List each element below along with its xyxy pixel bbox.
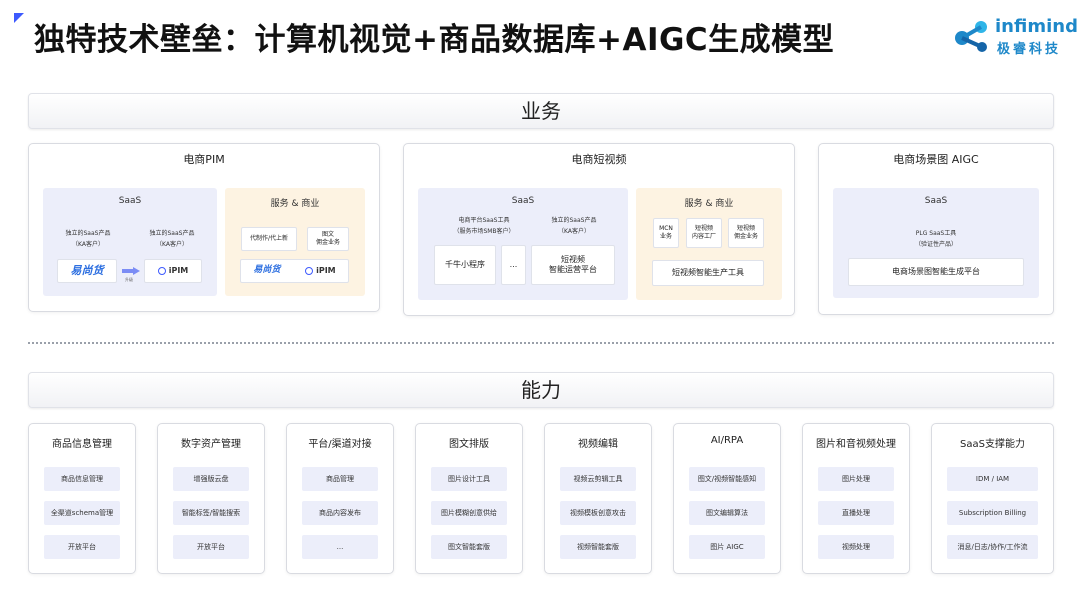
capability-item[interactable]: 图文/视频智能感知	[689, 467, 765, 491]
capability-item[interactable]: 视频处理	[818, 535, 894, 559]
content-factory-card[interactable]: 短视频 内容工厂	[686, 218, 722, 248]
capability-item[interactable]: 商品内容发布	[302, 501, 378, 525]
capability-product-info-management: 商品信息管理 商品信息管理 全渠道schema管理 开放平台	[28, 423, 136, 574]
upgrade-arrow-icon	[122, 267, 140, 275]
capability-digital-asset-management: 数字资产管理 增强版云盘 智能标签/智能搜索 开放平台	[157, 423, 265, 574]
pim-service-box: 服务 & 商业 代制作/代上新 图文 佣金业务 易尚货 iPIM	[225, 188, 365, 296]
ysy-brand-text: 易尚货	[70, 263, 104, 277]
slide-title: 独特技术壁垒：计算机视觉+商品数据库+AIGC生成模型	[34, 22, 835, 58]
scene-image-generation-platform-card[interactable]: 电商场景图智能生成平台	[848, 258, 1024, 286]
ysy-brand-text: 易尚货	[253, 265, 281, 276]
capability-item[interactable]: 开放平台	[173, 535, 249, 559]
aigc-saas-caption: PLG SaaS工具 （验证性产品）	[914, 230, 957, 248]
section-divider	[28, 342, 1054, 344]
saas-title: SaaS	[118, 196, 142, 206]
ipim-brand-text: iPIM	[316, 265, 336, 275]
capability-item[interactable]: 视频智能套版	[560, 535, 636, 559]
capability-title: 图文排版	[449, 439, 489, 450]
short-video-service-box: 服务 & 商业 MCN 业务 短视频 内容工厂 短视频 佣金业务 短视频智能生产…	[636, 188, 782, 300]
capability-video-editing: 视频编辑 视频云剪辑工具 视频模板创意攻击 视频智能套版	[544, 423, 652, 574]
pim-service-item-commission[interactable]: 图文 佣金业务	[307, 227, 349, 251]
capability-item[interactable]: 开放平台	[44, 535, 120, 559]
capability-item[interactable]: 直播处理	[818, 501, 894, 525]
logo-text-cn: 极睿科技	[997, 42, 1062, 57]
capability-item[interactable]: 图文智能套版	[431, 535, 507, 559]
capability-item[interactable]: 视频模板创意攻击	[560, 501, 636, 525]
title-accent-mark	[14, 13, 24, 23]
panel-ecommerce-short-video: 电商短视频 SaaS 电商平台SaaS工具 （服务市场SMB客户） 独立的Saa…	[403, 143, 795, 316]
short-video-commission-card[interactable]: 短视频 佣金业务	[728, 218, 764, 248]
capability-item[interactable]: IDM / IAM	[947, 467, 1038, 491]
capability-item[interactable]: 增强版云盘	[173, 467, 249, 491]
service-title: 服务 & 商业	[684, 199, 734, 209]
capability-item[interactable]: 全渠道schema管理	[44, 501, 120, 525]
capability-item[interactable]: 图片处理	[818, 467, 894, 491]
capability-ai-rpa: AI/RPA 图文/视频智能感知 图文编辑算法 图片 AIGC	[673, 423, 781, 574]
ellipsis-card[interactable]: ...	[501, 245, 526, 285]
capability-image-text-layout: 图文排版 图片设计工具 图片模糊创意供给 图文智能套版	[415, 423, 523, 574]
capability-item[interactable]: 消息/日志/协作/工作流	[947, 535, 1038, 559]
capability-title: 平台/渠道对接	[308, 439, 372, 450]
pim-saas-box: SaaS 独立的SaaS产品 （KA客户） 独立的SaaS产品 （KA客户） 易…	[43, 188, 217, 296]
capability-item[interactable]: 图片模糊创意供给	[431, 501, 507, 525]
pim-saas-left-caption: 独立的SaaS产品 （KA客户）	[65, 230, 111, 248]
capability-image-av-processing: 图片和音视频处理 图片处理 直播处理 视频处理	[802, 423, 910, 574]
capability-title: 数字资产管理	[181, 439, 241, 450]
short-video-ops-platform-card[interactable]: 短视频 智能运营平台	[531, 245, 615, 285]
short-video-production-tool-card[interactable]: 短视频智能生产工具	[652, 260, 764, 286]
capability-title: 商品信息管理	[52, 439, 112, 450]
ipim-logo-icon	[305, 266, 314, 275]
short-video-saas-box: SaaS 电商平台SaaS工具 （服务市场SMB客户） 独立的SaaS产品 （K…	[418, 188, 628, 300]
mcn-business-card[interactable]: MCN 业务	[653, 218, 679, 248]
panel-title: 电商短视频	[571, 153, 627, 166]
business-section-header: 业务	[28, 93, 1054, 129]
pim-saas-right-caption: 独立的SaaS产品 （KA客户）	[149, 230, 195, 248]
infimind-logo-icon	[955, 21, 987, 52]
capability-item[interactable]: 商品管理	[302, 467, 378, 491]
capability-item[interactable]: 商品信息管理	[44, 467, 120, 491]
ipim-brand-text: iPIM	[168, 265, 189, 275]
capability-section-header: 能力	[28, 372, 1054, 408]
panel-title: 电商场景图 AIGC	[893, 153, 979, 166]
logo-text-en: infimind	[995, 16, 1078, 37]
capability-item[interactable]: 智能标签/智能搜索	[173, 501, 249, 525]
ipim-brand-card[interactable]: iPIM	[144, 259, 202, 283]
capability-title: SaaS支撑能力	[960, 439, 1025, 450]
panel-title: 电商PIM	[183, 153, 225, 166]
panel-ecommerce-scene-aigc: 电商场景图 AIGC SaaS PLG SaaS工具 （验证性产品） 电商场景图…	[818, 143, 1054, 315]
aigc-saas-box: SaaS PLG SaaS工具 （验证性产品） 电商场景图智能生成平台	[833, 188, 1039, 298]
upgrade-label: 升级	[125, 277, 133, 282]
saas-title: SaaS	[924, 196, 948, 206]
pim-service-item-agency[interactable]: 代制作/代上新	[241, 227, 297, 251]
capability-item[interactable]: 图文编辑算法	[689, 501, 765, 525]
short-video-saas-left-caption: 电商平台SaaS工具 （服务市场SMB客户）	[453, 217, 515, 235]
service-title: 服务 & 商业	[270, 199, 320, 209]
capability-item[interactable]: Subscription Billing	[947, 501, 1038, 525]
panel-ecommerce-pim: 电商PIM SaaS 独立的SaaS产品 （KA客户） 独立的SaaS产品 （K…	[28, 143, 380, 312]
pim-service-brands-card[interactable]: 易尚货 iPIM	[240, 259, 349, 283]
capability-title: 图片和音视频处理	[816, 439, 896, 450]
capability-item[interactable]: ...	[302, 535, 378, 559]
ipim-logo-icon	[157, 266, 166, 275]
capability-title: AI/RPA	[710, 435, 744, 446]
capability-item[interactable]: 图片 AIGC	[689, 535, 765, 559]
saas-title: SaaS	[511, 196, 535, 206]
capability-item[interactable]: 视频云剪辑工具	[560, 467, 636, 491]
ysy-brand-card[interactable]: 易尚货	[57, 259, 117, 283]
capability-saas-support: SaaS支撑能力 IDM / IAM Subscription Billing …	[931, 423, 1054, 574]
company-logo: infimind 极睿科技	[953, 16, 1078, 57]
capability-title: 视频编辑	[578, 439, 618, 450]
short-video-saas-right-caption: 独立的SaaS产品 （KA客户）	[551, 217, 597, 235]
capability-item[interactable]: 图片设计工具	[431, 467, 507, 491]
capability-platform-channel-integration: 平台/渠道对接 商品管理 商品内容发布 ...	[286, 423, 394, 574]
qianniu-mini-program-card[interactable]: 千牛小程序	[434, 245, 496, 285]
